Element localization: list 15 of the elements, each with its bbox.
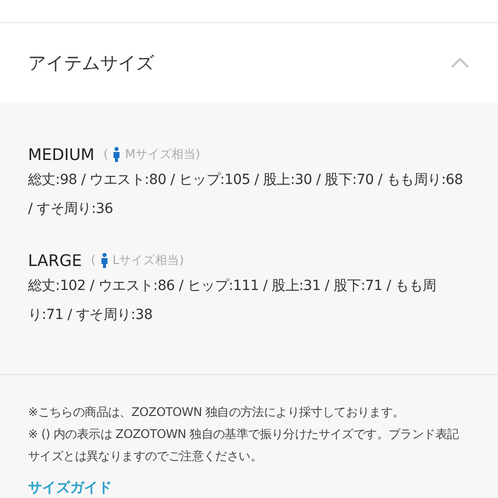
- note-text: ※ () 内の表示は ZOZOTOWN 独自の基準で振り分けたサイズです。ブランド表記サイズとは異なりますのでご注意ください。: [28, 426, 460, 465]
- size-name: LARGE: [28, 250, 82, 270]
- size-measurements: 総丈:98 / ウエスト:80 / ヒップ:105 / 股上:30 / 股下:70 / もも周り:68 / すそ周り:36: [28, 171, 464, 219]
- person-icon: [113, 146, 120, 162]
- size-measurements: 総丈:102 / ウエスト:86 / ヒップ:111 / 股上:31 / 股下:71 / もも周り:71 / すそ周り:38: [28, 277, 438, 325]
- person-icon: [100, 252, 108, 268]
- size-name: MEDIUM: [28, 144, 94, 164]
- size-equivalent: Lサイズ相当): [112, 252, 184, 268]
- section-header[interactable]: アイテムサイズ: [0, 23, 498, 102]
- note-text: ※こちらの商品は、ZOZOTOWN 独自の方法により採寸しております。: [28, 404, 406, 421]
- chevron-up-icon[interactable]: [450, 56, 470, 68]
- section-title: アイテムサイズ: [28, 52, 154, 74]
- paren: (: [90, 253, 96, 267]
- size-equivalent: Mサイズ相当): [125, 146, 200, 162]
- paren: (: [103, 147, 108, 161]
